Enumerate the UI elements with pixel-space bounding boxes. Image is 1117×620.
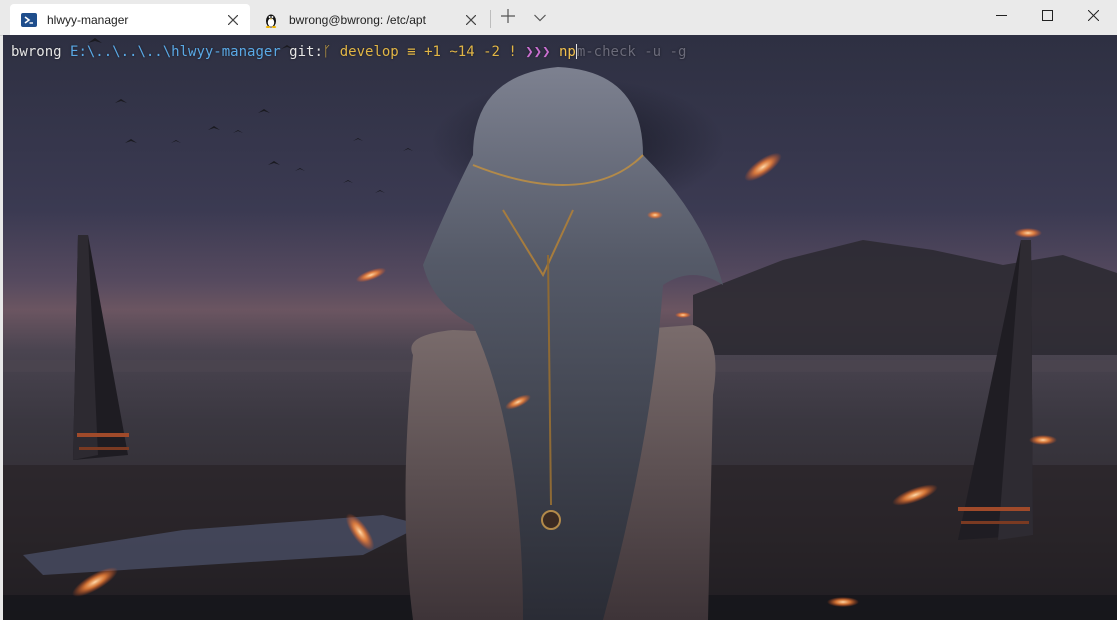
close-icon[interactable] [224, 11, 242, 29]
tab-label: bwrong@bwrong: /etc/apt [289, 12, 426, 27]
chevron-down-icon [534, 9, 546, 27]
maximize-icon [1041, 8, 1053, 26]
prompt-path: E:\..\..\..\hlwyy-manager [70, 44, 281, 60]
tab-bwrong-etc-apt[interactable]: bwrong@bwrong: /etc/apt [252, 4, 488, 35]
prompt-line: bwrong E:\..\..\..\hlwyy-manager git:ᚴ d… [11, 44, 686, 60]
minimize-button[interactable] [978, 0, 1024, 34]
tab-separator [490, 10, 491, 28]
autosuggestion: m-check -u -g [576, 44, 687, 60]
prompt-arrows: ❯❯❯ [525, 44, 551, 60]
title-bar: hlwyy-manager bwrong@bwrong: /etc/apt [0, 0, 1117, 36]
linux-tux-icon [263, 12, 279, 28]
minimize-icon [995, 8, 1007, 26]
prompt-git-status: +1 ~14 -2 ! [424, 44, 517, 60]
new-tab-button[interactable] [497, 8, 519, 28]
prompt-branch: develop [339, 44, 399, 60]
plus-icon [501, 8, 515, 28]
background-artwork [3, 38, 1117, 620]
git-branch-icon: ᚴ [322, 44, 332, 60]
typed-command[interactable]: np [559, 44, 576, 60]
tab-hlwyy-manager[interactable]: hlwyy-manager [10, 4, 250, 35]
sync-status-icon: ≡ [407, 44, 416, 60]
close-icon[interactable] [462, 11, 480, 29]
close-icon [1087, 8, 1099, 26]
maximize-button[interactable] [1024, 0, 1070, 34]
prompt-git-label: git: [289, 44, 323, 60]
tab-dropdown-button[interactable] [529, 8, 551, 28]
powershell-icon [21, 12, 37, 28]
tab-label: hlwyy-manager [47, 12, 129, 27]
terminal-pane[interactable]: bwrong E:\..\..\..\hlwyy-manager git:ᚴ d… [3, 35, 1117, 620]
close-window-button[interactable] [1070, 0, 1116, 34]
prompt-user: bwrong [11, 44, 62, 60]
